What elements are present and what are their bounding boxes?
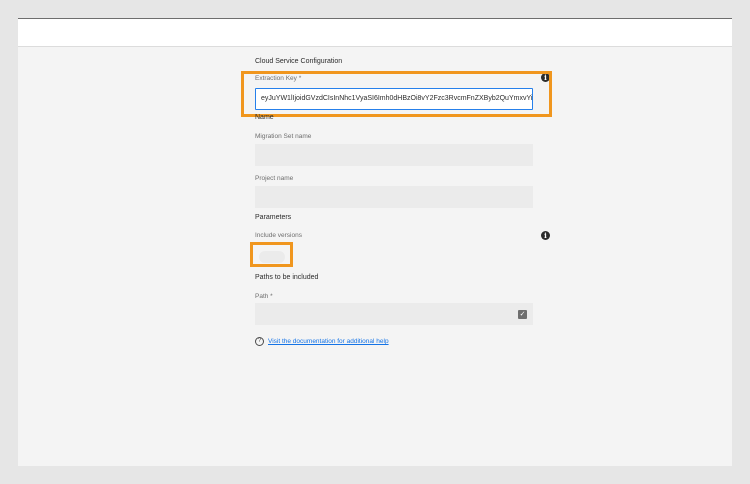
help-circle-icon: ? xyxy=(255,337,264,346)
migration-set-name-input[interactable] xyxy=(255,144,533,166)
cloud-config-title: Cloud Service Configuration xyxy=(255,58,343,65)
migration-set-name-label: Migration Set name xyxy=(255,133,312,140)
top-bar xyxy=(18,19,732,47)
name-section-title: Name xyxy=(255,114,274,121)
app-frame: Cloud Service Configuration Extraction K… xyxy=(18,18,732,466)
help-row: ? Visit the documentation for additional… xyxy=(255,337,389,346)
path-input[interactable] xyxy=(255,303,533,325)
path-label: Path * xyxy=(255,293,273,300)
paths-section-title: Paths to be included xyxy=(255,274,319,281)
project-name-input[interactable] xyxy=(255,186,533,208)
project-name-label: Project name xyxy=(255,175,294,182)
documentation-link[interactable]: Visit the documentation for additional h… xyxy=(268,338,389,345)
extraction-key-highlight xyxy=(241,71,552,117)
include-versions-highlight xyxy=(250,242,293,267)
checkbox-icon[interactable]: ✓ xyxy=(518,310,527,319)
parameters-section-title: Parameters xyxy=(255,214,292,221)
include-versions-label: Include versions xyxy=(255,232,302,239)
info-icon[interactable]: i xyxy=(541,231,550,240)
